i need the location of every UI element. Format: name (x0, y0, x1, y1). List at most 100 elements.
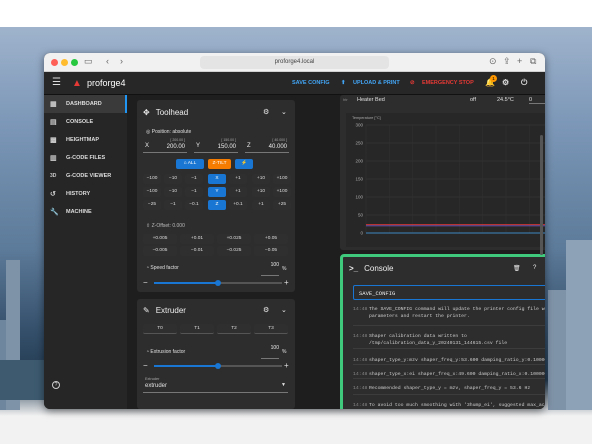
extruder-select[interactable]: Extruder extruder ▼ (143, 377, 288, 393)
speed-plus-icon[interactable]: + (284, 278, 289, 287)
z-position-value: 40.000 (268, 144, 287, 150)
tabs-overview-icon[interactable]: ⧉ (530, 56, 536, 67)
address-text: proforge4.local (274, 59, 315, 65)
tool-t1-button[interactable]: T1 (180, 324, 214, 334)
jog-button[interactable]: −25 (143, 200, 161, 210)
heater-marker: htr (343, 97, 348, 102)
main-scrollbar[interactable] (540, 135, 543, 255)
sidebar-item-gcode-viewer[interactable]: 3D G-CODE VIEWER (44, 167, 127, 185)
dashboard-icon: ▦ (50, 101, 57, 108)
sidebar-item-history[interactable]: ↺ HISTORY (44, 185, 127, 203)
emergency-stop-button[interactable]: EMERGENCY STOP (422, 80, 474, 86)
sidebar-item-heightmap[interactable]: ▩ HEIGHTMAP (44, 131, 127, 149)
motors-off-button[interactable]: ⚡ (235, 159, 253, 169)
log-message: shaper_type_y:mzv shaper_freq_y:53.600 d… (369, 358, 545, 363)
sidebar-item-machine[interactable]: 🔧 MACHINE (44, 203, 127, 221)
home-all-button[interactable]: ⌂ ALL (176, 159, 204, 169)
jog-button[interactable]: +1 (252, 200, 270, 210)
toolhead-collapse-icon[interactable]: ⌄ (281, 108, 287, 116)
new-tab-icon[interactable]: + (517, 56, 522, 66)
axis-home-button[interactable]: Y (208, 187, 226, 197)
jog-button[interactable]: +10 (252, 174, 270, 184)
close-window-button[interactable] (51, 59, 58, 66)
extruder-settings-icon[interactable]: ⚙ (263, 306, 269, 314)
sidebar-item-dashboard[interactable]: ▦ DASHBOARD (44, 95, 127, 113)
tool-t2-button[interactable]: T2 (217, 324, 251, 334)
z-offset-button[interactable]: −0.025 (217, 246, 251, 256)
sidebar-item-gcode-files[interactable]: ▥ G-CODE FILES (44, 149, 127, 167)
z-offset-button[interactable]: +0.005 (143, 234, 177, 244)
jog-button[interactable]: +0.1 (229, 200, 247, 210)
speed-factor-input[interactable]: 100 (261, 262, 279, 276)
jog-button[interactable]: −100 (143, 174, 161, 184)
address-bar[interactable]: proforge4.local (200, 56, 389, 69)
jog-button[interactable]: +100 (273, 174, 291, 184)
toolhead-title: Toolhead (155, 107, 189, 117)
power-icon[interactable]: ⏻ (521, 78, 527, 88)
extrusion-plus-icon[interactable]: + (284, 361, 289, 370)
toolhead-settings-icon[interactable]: ⚙ (263, 108, 269, 116)
position-text: Position: absolute (151, 129, 192, 135)
z-offset-button[interactable]: −0.005 (143, 246, 177, 256)
jog-button[interactable]: −10 (164, 174, 182, 184)
extrusion-factor-input[interactable]: 100 (261, 345, 279, 359)
console-input[interactable]: SAVE_CONFIG ➤ (353, 285, 545, 300)
extrusion-slider-fill (154, 365, 218, 367)
console-help-icon[interactable]: ? (533, 265, 536, 271)
log-message: Shaper calibration data written to /tmp/… (369, 334, 508, 346)
sidebar-toggle-icon[interactable]: ▭ (84, 56, 93, 67)
tool-t0-button[interactable]: T0 (143, 324, 177, 334)
jog-button[interactable]: −1 (164, 200, 182, 210)
extruder-select-label: Extruder (145, 377, 160, 381)
jog-button[interactable]: −10 (164, 187, 182, 197)
back-icon[interactable]: ‹ (106, 56, 109, 66)
y-position-field[interactable]: Y [ 150.00 ] 150.00 (194, 138, 238, 153)
jog-button[interactable]: −100 (143, 187, 161, 197)
extruder-icon: ✎ (143, 305, 150, 315)
x-position-field[interactable]: X [ 200.00 ] 200.00 (143, 138, 187, 153)
z-tilt-button[interactable]: Z-TILT (208, 159, 231, 169)
jog-button[interactable]: +100 (273, 187, 291, 197)
z-offset-button[interactable]: +0.025 (217, 234, 251, 244)
tool-t3-button[interactable]: T3 (254, 324, 288, 334)
save-config-button[interactable]: SAVE CONFIG (292, 80, 330, 86)
jog-button[interactable]: −1 (185, 174, 203, 184)
extrusion-slider[interactable] (154, 363, 282, 369)
speed-minus-icon[interactable]: − (143, 278, 148, 287)
help-icon[interactable]: ? (52, 381, 60, 389)
extruder-collapse-icon[interactable]: ⌄ (281, 306, 287, 314)
jog-button[interactable]: +1 (229, 174, 247, 184)
axis-home-button[interactable]: X (208, 174, 226, 184)
jog-button[interactable]: +1 (229, 187, 247, 197)
menu-icon[interactable]: ☰ (52, 77, 61, 88)
axis-home-button[interactable]: Z (208, 200, 226, 210)
settings-icon[interactable]: ⚙ (502, 78, 509, 87)
share-icon[interactable]: ⇪ (503, 56, 511, 67)
zoom-window-button[interactable] (71, 59, 78, 66)
jog-button[interactable]: +10 (252, 187, 270, 197)
speed-slider[interactable] (154, 280, 282, 286)
jog-button[interactable]: +25 (273, 200, 291, 210)
extrusion-slider-thumb[interactable] (215, 363, 221, 369)
z-offset-button[interactable]: −0.01 (180, 246, 214, 256)
z-offset-button[interactable]: +0.05 (254, 234, 288, 244)
heater-target-input[interactable]: 0 (529, 97, 545, 104)
jog-button[interactable]: −1 (185, 187, 203, 197)
history-icon: ↺ (50, 191, 56, 198)
app-bar: ☰ ▲ proforge4 SAVE CONFIG ⬆ UPLOAD & PRI… (44, 72, 545, 95)
extrusion-minus-icon[interactable]: − (143, 361, 148, 370)
z-offset-button[interactable]: −0.05 (254, 246, 288, 256)
speed-slider-thumb[interactable] (215, 280, 221, 286)
forward-icon[interactable]: › (120, 56, 123, 66)
minimize-window-button[interactable] (61, 59, 68, 66)
sidebar-item-label: HEIGHTMAP (66, 137, 99, 143)
sidebar-item-console[interactable]: ▤ CONSOLE (44, 113, 127, 131)
x-axis-label: X (145, 143, 150, 149)
z-position-field[interactable]: Z [ 40.000 ] 40.000 (245, 138, 289, 153)
trash-icon[interactable]: 🗑 (513, 265, 521, 272)
z-offset-button[interactable]: +0.01 (180, 234, 214, 244)
log-time: 14:48 (353, 386, 368, 391)
jog-button[interactable]: −0.1 (185, 200, 203, 210)
upload-print-button[interactable]: UPLOAD & PRINT (353, 80, 400, 86)
download-icon[interactable]: ⊙ (489, 56, 497, 67)
